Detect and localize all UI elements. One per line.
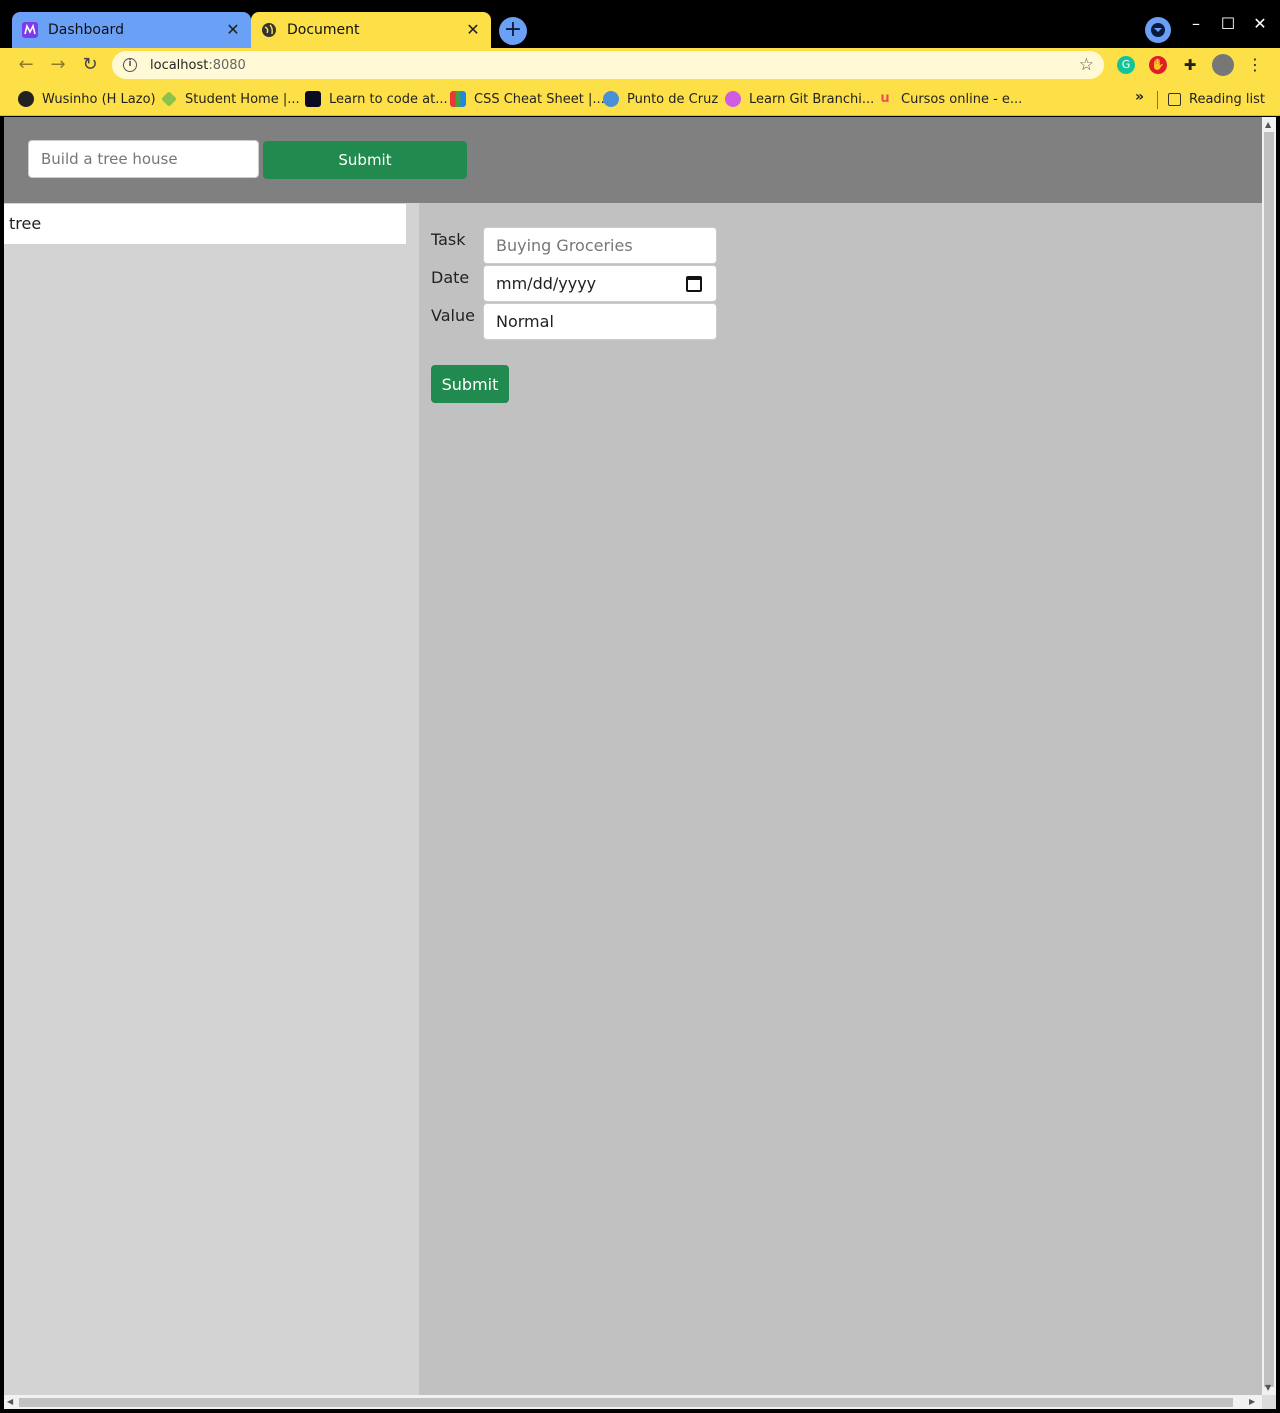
value-select[interactable]: Normal (483, 303, 717, 340)
bookmark-label: Learn Git Branchi... (749, 91, 875, 107)
bookmark-item[interactable]: u Cursos online - e... (877, 90, 1022, 108)
tab-search-icon[interactable] (1145, 17, 1171, 43)
address-port: :8080 (208, 57, 246, 73)
bookmarks-divider (1157, 91, 1158, 109)
extensions-puzzle-icon[interactable]: ✚ (1181, 56, 1199, 74)
tab-close-icon[interactable]: ✕ (465, 22, 481, 38)
back-icon[interactable]: ← (15, 54, 37, 76)
reading-list-icon (1168, 92, 1181, 106)
bookmark-label: Punto de Cruz (627, 91, 719, 107)
scroll-up-icon[interactable]: ▲ (1265, 120, 1271, 129)
bookmark-label: CSS Cheat Sheet |... (474, 91, 605, 107)
bookmark-star-icon[interactable]: ☆ (1079, 55, 1094, 75)
value-label: Value (431, 306, 475, 325)
list-item[interactable]: tree (4, 204, 406, 244)
vertical-scroll-thumb[interactable] (1264, 132, 1274, 1387)
tab-strip: Dashboard ✕ Document ✕ + – ☐ ✕ (0, 0, 1280, 48)
project-submit-button[interactable]: Submit (263, 141, 467, 179)
dashboard-favicon-icon (22, 22, 38, 38)
scroll-left-icon[interactable]: ◀ (7, 1397, 13, 1406)
bookmark-item[interactable]: Learn to code at... (305, 90, 448, 108)
horizontal-scrollbar[interactable]: ◀ ▶ (4, 1395, 1262, 1409)
page-header: Submit (4, 117, 1262, 203)
address-host: localhost (150, 57, 209, 73)
page-viewport: Submit tree Task Date mm/dd/yyyy Value N… (4, 117, 1276, 1409)
globe-icon (261, 22, 277, 38)
bookmark-item[interactable]: Wusinho (H Lazo) (18, 90, 156, 108)
tab-dashboard[interactable]: Dashboard ✕ (12, 12, 251, 48)
tab-document[interactable]: Document ✕ (251, 12, 491, 48)
site-info-icon[interactable]: i (123, 58, 137, 72)
bookmark-label: Learn to code at... (329, 91, 448, 107)
bookmark-label: Student Home |... (185, 91, 300, 107)
calendar-icon[interactable] (686, 276, 702, 292)
address-bar[interactable]: i localhost:8080 ☆ (112, 51, 1104, 79)
value-selected: Normal (496, 312, 554, 331)
grammarly-icon[interactable]: G (1117, 56, 1135, 74)
git-branch-icon (725, 91, 741, 107)
vertical-scrollbar[interactable]: ▲ ▼ (1262, 117, 1276, 1395)
bookmark-label: Cursos online - e... (901, 91, 1023, 107)
browser-window: Dashboard ✕ Document ✕ + – ☐ ✕ ← → ↻ i l… (0, 0, 1280, 1413)
horizontal-scroll-thumb[interactable] (19, 1398, 1233, 1407)
date-value: mm/dd/yyyy (496, 274, 597, 293)
bookmark-item[interactable]: CSS Cheat Sheet |... (450, 90, 605, 108)
tab-title: Document (287, 22, 360, 38)
reading-list-label: Reading list (1189, 91, 1265, 107)
diamond-icon (161, 91, 177, 107)
date-label: Date (431, 268, 470, 287)
css-cheatsheet-icon (450, 91, 466, 107)
maximize-icon[interactable]: ☐ (1218, 14, 1238, 33)
minimize-icon[interactable]: – (1186, 14, 1206, 33)
github-icon (18, 91, 34, 107)
tab-close-icon[interactable]: ✕ (225, 22, 241, 38)
adblock-icon[interactable]: ✋ (1149, 56, 1167, 74)
new-tab-button[interactable]: + (499, 17, 527, 45)
bookmark-item[interactable]: Student Home |... (161, 90, 300, 108)
bookmark-item[interactable]: Punto de Cruz (603, 90, 718, 108)
project-list: tree (4, 203, 419, 1395)
punto-de-cruz-icon (603, 91, 619, 107)
bookmark-label: Wusinho (H Lazo) (42, 91, 156, 107)
forward-icon[interactable]: → (47, 54, 69, 76)
task-input[interactable] (483, 227, 717, 264)
project-name-input[interactable] (28, 140, 259, 178)
bookmarks-bar: Wusinho (H Lazo) Student Home |... Learn… (0, 82, 1280, 116)
close-window-icon[interactable]: ✕ (1250, 14, 1270, 33)
udemy-icon: u (880, 91, 890, 106)
browser-toolbar: ← → ↻ i localhost:8080 ☆ G ✋ ✚ ⋮ (0, 48, 1280, 82)
bookmark-item[interactable]: Learn Git Branchi... (725, 90, 874, 108)
reading-list-button[interactable]: Reading list (1168, 90, 1265, 108)
scroll-right-icon[interactable]: ▶ (1249, 1397, 1255, 1406)
task-form: Task Date mm/dd/yyyy Value Normal Submit (419, 203, 1262, 1395)
bookmarks-overflow-icon[interactable]: » (1135, 89, 1144, 105)
scrollbar-corner (1262, 1395, 1276, 1409)
task-submit-button[interactable]: Submit (431, 365, 509, 403)
tab-title: Dashboard (48, 22, 124, 38)
reload-icon[interactable]: ↻ (79, 54, 101, 76)
task-label: Task (431, 230, 466, 249)
freecodecamp-icon (305, 91, 321, 107)
scroll-down-icon[interactable]: ▼ (1265, 1383, 1271, 1392)
avatar[interactable] (1212, 54, 1234, 76)
date-input[interactable]: mm/dd/yyyy (483, 265, 717, 302)
menu-kebab-icon[interactable]: ⋮ (1246, 56, 1264, 74)
